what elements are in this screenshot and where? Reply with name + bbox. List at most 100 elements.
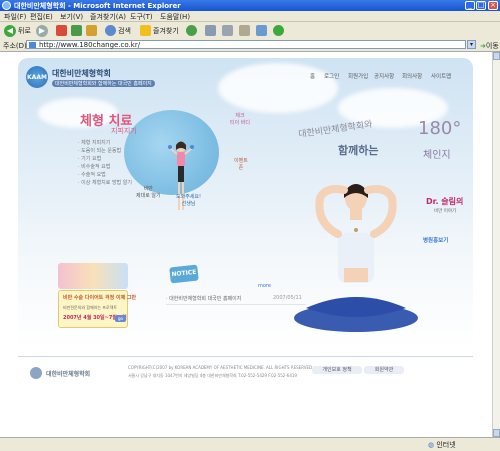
maximize-button[interactable]: □ (476, 1, 486, 10)
obesity-info-badge[interactable]: 비만 제대로 알기 (136, 186, 161, 200)
therapy-menu-item[interactable]: · 도움이 되는 운동법 (78, 147, 158, 155)
event-go-button[interactable]: go (115, 315, 126, 322)
body-check-badge[interactable]: 체크 티이 바디 (230, 113, 250, 127)
stop-icon (56, 25, 67, 36)
edit-button[interactable] (239, 24, 250, 37)
window-title-bar: 대한비만체형학회 - Microsoft Internet Explorer _… (0, 0, 500, 11)
slogan-line2: 함께하는 (338, 144, 379, 157)
site-name[interactable]: 대한비만체형학회 (52, 68, 111, 79)
therapy-subtitle: 지피지기 (111, 127, 137, 135)
site-logo[interactable]: KAAM (26, 66, 48, 88)
menu-view[interactable]: 보기(V) (60, 12, 83, 22)
doctor-slim-card[interactable]: Dr. 슬림의 비만 이야기 (426, 188, 473, 222)
menu-help[interactable]: 도움말(H) (160, 12, 190, 22)
internet-zone: ◍ 인터넷 (428, 441, 456, 449)
address-label: 주소(D) (3, 42, 27, 50)
favorites-button[interactable]: 즐겨찾기 (140, 24, 179, 37)
history-button[interactable] (186, 24, 197, 37)
search-button[interactable]: 검색 (105, 24, 131, 37)
address-text: 서울시 강남구 대치동 1047번지 세양빌딩 4층 대한비만체형학회 T.02… (128, 373, 297, 378)
nav-home[interactable]: 홈 (310, 72, 315, 80)
footer-site-name: 대한비만체형학회 (46, 371, 91, 378)
menu-bar: 파일(F) 편집(E) 보기(V) 즐겨찾기(A) 도구(T) 도움말(H) (0, 11, 500, 22)
notice-badge: NOTICE (169, 264, 199, 284)
vertical-scrollbar[interactable] (492, 52, 500, 437)
menu-file[interactable]: 파일(F) (4, 12, 26, 22)
home-button[interactable] (86, 24, 97, 37)
star-icon (140, 25, 151, 36)
yoga-woman-photo (294, 184, 418, 332)
nav-meeting[interactable]: 회의사항 (402, 72, 422, 80)
address-url: http://www.180change.co.kr/ (39, 41, 141, 49)
therapy-menu-item[interactable]: · 체형 지피지기 (78, 139, 158, 147)
globe-icon: ◍ (428, 441, 435, 449)
notice-more-link[interactable]: more (258, 283, 271, 289)
event-zone-badge[interactable]: 이벤트 존 (234, 158, 248, 172)
print-icon (222, 25, 233, 36)
hero-section: KAAM 대한비만체형학회 대한비만체형학회와 함께하는 대국민 홈페이지 홈 … (18, 58, 473, 350)
scroll-down-arrow-icon[interactable] (493, 429, 500, 437)
therapy-menu-item[interactable]: · 기기 요법 (78, 155, 158, 163)
status-bar: ◍ 인터넷 (0, 437, 500, 451)
stop-button[interactable] (56, 24, 67, 37)
mail-button[interactable] (205, 24, 216, 37)
window-title: 대한비만체형학회 - Microsoft Internet Explorer (14, 2, 181, 10)
discuss-button[interactable] (256, 24, 267, 37)
menu-edit[interactable]: 편집(E) (30, 12, 53, 22)
address-input[interactable]: http://www.180change.co.kr/ (26, 40, 466, 49)
page-content: KAAM 대한비만체형학회 대한비만체형학회와 함께하는 대국민 홈페이지 홈 … (0, 52, 492, 437)
event-text-box: 비만 수술 다이어트 걱정 이제 그만 비만전문의와 함께하는 프로젝트 200… (58, 290, 136, 328)
slogan-line1: 대한비만체형학회와 (297, 119, 374, 141)
notice-divider (166, 304, 306, 305)
go-button[interactable]: ➜이동 (480, 41, 499, 51)
slogan-number: 180° (418, 118, 462, 139)
address-dropdown-button[interactable]: ▾ (467, 40, 476, 49)
back-button[interactable]: ◀ 뒤로 (4, 24, 31, 37)
ie-logo-icon (2, 1, 11, 10)
minimize-button[interactable]: _ (465, 1, 475, 10)
menu-favorites[interactable]: 즐겨찾기(A) (90, 12, 126, 22)
event-headline: 비만 수술 다이어트 걱정 이제 그만 (63, 295, 137, 301)
nav-notice[interactable]: 공지사항 (374, 72, 394, 80)
back-arrow-icon: ◀ (4, 24, 16, 37)
close-button[interactable]: × (488, 1, 498, 10)
nav-sitemap[interactable]: 사이트맵 (431, 72, 451, 80)
doctor-subtitle: 비만 이야기 (434, 209, 457, 214)
therapy-menu-item[interactable]: · 비수술적 요법 (78, 163, 158, 171)
hospital-promo-link[interactable]: 병원홍보기 (423, 236, 448, 244)
therapy-menu: · 체형 지피지기 · 도움이 되는 운동법 · 기기 요법 · 비수술적 요법… (78, 139, 158, 187)
edit-icon (239, 25, 250, 36)
notice-date: 2007/05/11 (273, 295, 302, 301)
print-button[interactable] (222, 24, 233, 37)
scroll-up-arrow-icon[interactable] (493, 52, 500, 60)
footer-logo-icon (30, 367, 42, 379)
footer-divider (18, 356, 473, 357)
site-tagline: 대한비만체형학회와 함께하는 대국민 홈페이지 (52, 80, 155, 87)
nav-join[interactable]: 회원가입 (348, 72, 368, 80)
forward-button[interactable]: ▶ (36, 24, 48, 37)
nav-login[interactable]: 로그인 (324, 72, 339, 80)
search-icon (105, 25, 116, 36)
privacy-policy-link[interactable]: 개인보호 정책 (312, 366, 362, 374)
notice-title: · 대한비만체형학회 대국민 홈페이지 (166, 296, 242, 302)
page-icon (29, 42, 36, 48)
messenger-button[interactable] (273, 24, 284, 37)
therapy-menu-item[interactable]: · 수술적 요법 (78, 171, 158, 179)
menu-tools[interactable]: 도구(T) (130, 12, 153, 22)
copyright-text: COPYRIGHT(C)2007 by KOREAN ACADEMY OF AE… (128, 365, 314, 370)
terms-link[interactable]: 회원약관 (364, 366, 404, 374)
refresh-icon (71, 25, 82, 36)
help-doctor-badge[interactable]: 도와주세요! 선생님 (176, 194, 201, 208)
notice-list-item[interactable]: · 대한비만체형학회 대국민 홈페이지 2007/05/11 (166, 294, 306, 304)
messenger-icon (273, 25, 284, 36)
event-banner[interactable]: 비만 수술 다이어트 걱정 이제 그만 비만전문의와 함께하는 프로젝트 200… (58, 263, 136, 328)
slogan-line3: 체인지 (423, 150, 451, 161)
discuss-icon (256, 25, 267, 36)
event-group-photo (58, 263, 128, 289)
doctor-title: Dr. 슬림의 (426, 197, 464, 206)
forward-arrow-icon: ▶ (36, 24, 48, 37)
home-icon (86, 25, 97, 36)
refresh-button[interactable] (71, 24, 82, 37)
history-icon (186, 25, 197, 36)
mail-icon (205, 25, 216, 36)
